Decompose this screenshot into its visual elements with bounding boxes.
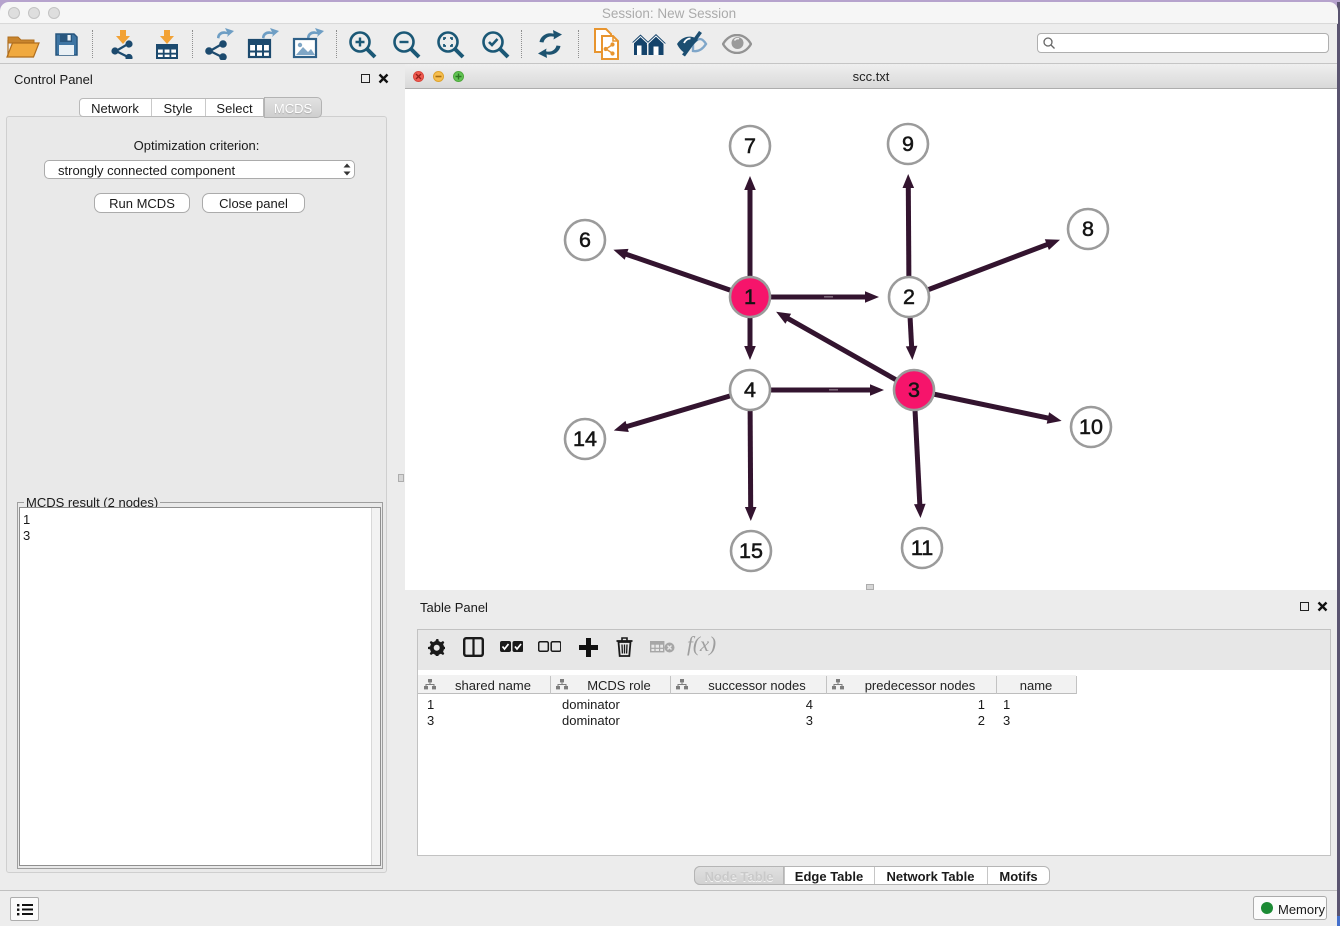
svg-text:11: 11 <box>911 536 933 560</box>
svg-text:8: 8 <box>1082 217 1094 241</box>
svg-text:9: 9 <box>902 132 914 156</box>
svg-text:14: 14 <box>573 427 597 451</box>
svg-text:10: 10 <box>1079 415 1103 439</box>
svg-text:6: 6 <box>579 228 591 252</box>
svg-text:4: 4 <box>744 378 756 402</box>
svg-text:15: 15 <box>739 539 763 563</box>
svg-text:3: 3 <box>908 378 920 402</box>
svg-text:1: 1 <box>744 285 756 309</box>
svg-text:7: 7 <box>744 134 756 158</box>
svg-text:2: 2 <box>903 285 915 309</box>
